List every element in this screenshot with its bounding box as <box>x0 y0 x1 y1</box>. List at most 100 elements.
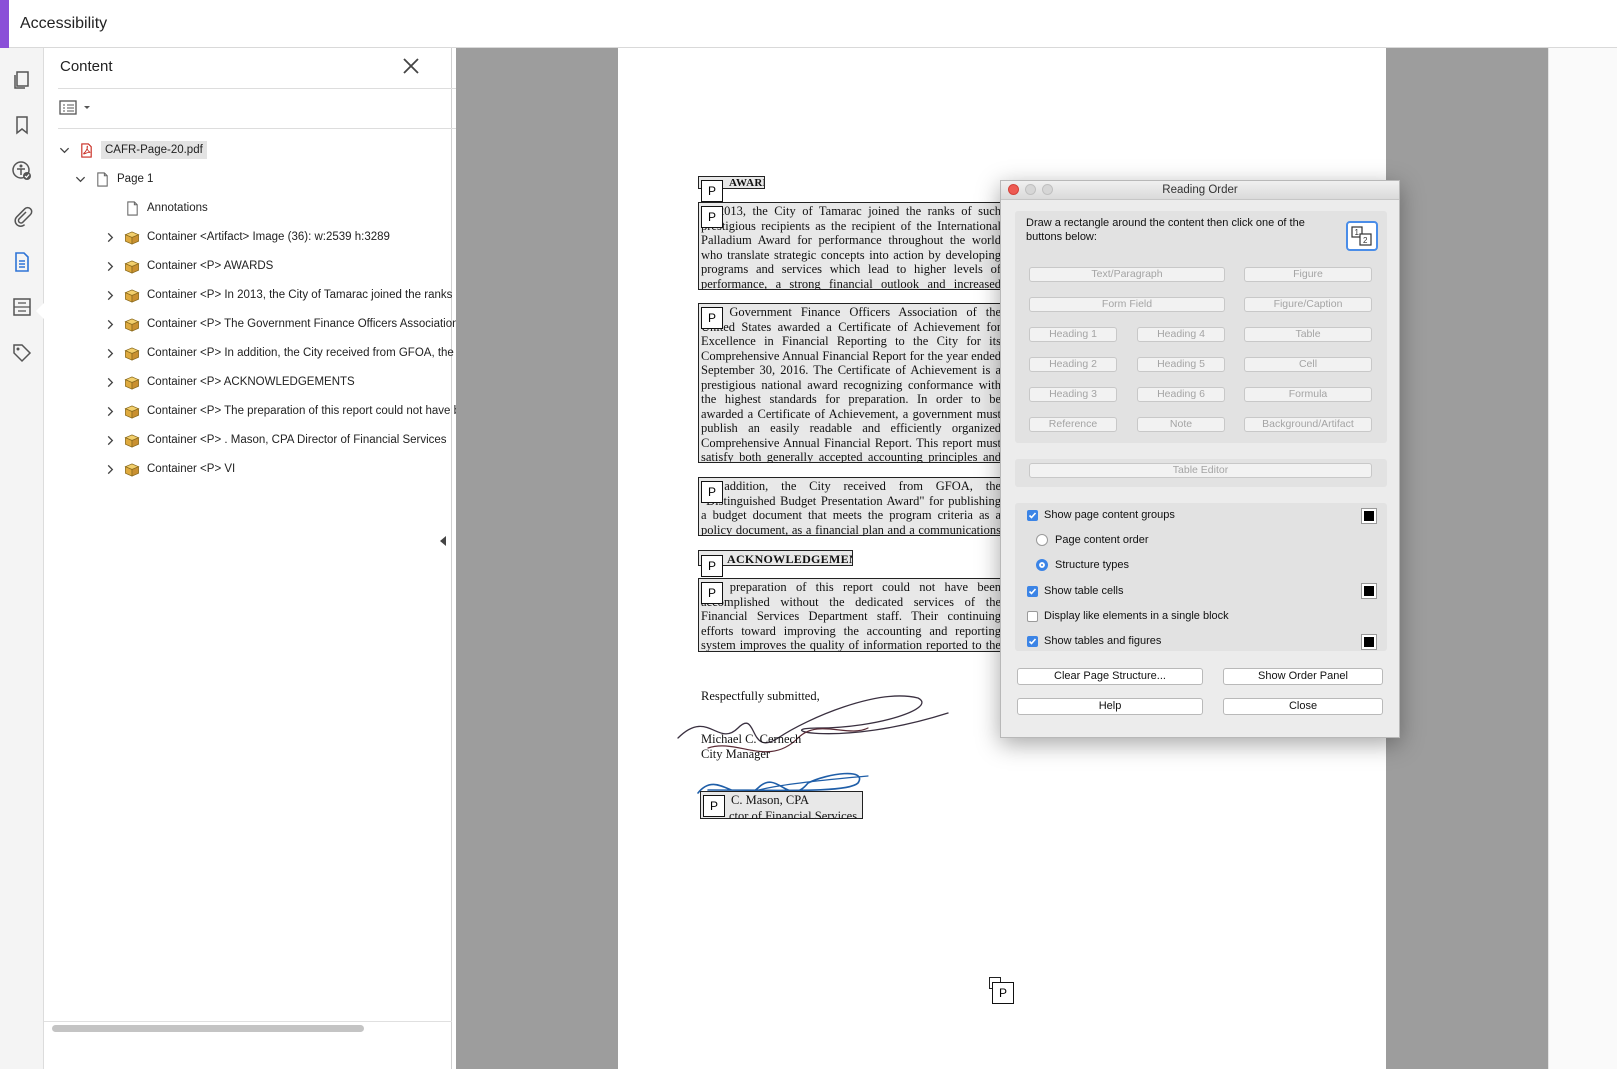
structure-types-option[interactable]: Structure types <box>1036 559 1129 571</box>
structure-icon-button[interactable]: 1 2 <box>1346 221 1378 251</box>
cells-color-swatch[interactable] <box>1361 583 1377 599</box>
content-block-para1[interactable]: In 2013, the City of Tamarac joined the … <box>698 202 1004 290</box>
cell-button[interactable]: Cell <box>1244 357 1372 372</box>
p-tag[interactable]: P <box>701 555 723 577</box>
checkbox[interactable] <box>1027 635 1038 647</box>
tags-icon[interactable] <box>10 341 34 365</box>
p-tag[interactable]: P <box>992 982 1014 1004</box>
content-icon[interactable] <box>10 250 34 274</box>
rail-selection-indicator <box>36 303 44 319</box>
heading-5-button[interactable]: Heading 5 <box>1137 357 1225 372</box>
svg-text:1: 1 <box>1355 228 1360 237</box>
attachment-icon[interactable] <box>10 204 34 228</box>
tree-item[interactable]: Page 1 <box>74 167 153 191</box>
option-label: Structure types <box>1055 559 1129 571</box>
tables-color-swatch[interactable] <box>1361 634 1377 650</box>
tree-item[interactable]: Container <P> VI <box>104 457 235 481</box>
heading-2-button[interactable]: Heading 2 <box>1029 357 1117 372</box>
checkbox[interactable] <box>1027 610 1038 622</box>
chevron-right-icon[interactable] <box>104 376 116 388</box>
chevron-right-icon[interactable] <box>104 289 116 301</box>
form-field-button[interactable]: Form Field <box>1029 297 1225 312</box>
show-page-content-groups-option[interactable]: Show page content groups <box>1027 509 1175 521</box>
note-button[interactable]: Note <box>1137 417 1225 432</box>
chevron-down-icon[interactable] <box>74 173 86 185</box>
heading-6-button[interactable]: Heading 6 <box>1137 387 1225 402</box>
accessibility-check-icon[interactable] <box>10 159 34 183</box>
container-icon <box>124 432 140 448</box>
text-paragraph-button[interactable]: Text/Paragraph <box>1029 267 1225 282</box>
heading-3-button[interactable]: Heading 3 <box>1029 387 1117 402</box>
table-button[interactable]: Table <box>1244 327 1372 342</box>
heading-4-button[interactable]: Heading 4 <box>1137 327 1225 342</box>
tree-item[interactable]: Container <P> ACKNOWLEDGEMENTS <box>104 370 355 394</box>
chevron-right-icon[interactable] <box>104 347 116 359</box>
radio-button[interactable] <box>1036 534 1048 546</box>
pages-icon[interactable] <box>10 68 34 92</box>
figure-button[interactable]: Figure <box>1244 267 1372 282</box>
formula-button[interactable]: Formula <box>1244 387 1372 402</box>
background-artifact-button[interactable]: Background/Artifact <box>1244 417 1372 432</box>
tree-item[interactable]: Container <P> The preparation of this re… <box>104 399 479 423</box>
show-order-panel-button[interactable]: Show Order Panel <box>1223 668 1383 685</box>
table-editor-button[interactable]: Table Editor <box>1029 463 1372 478</box>
tree-item-label: Container <P> VI <box>147 463 236 475</box>
heading-1-button[interactable]: Heading 1 <box>1029 327 1117 342</box>
manager-name: Michael C. Cernech <box>701 732 802 746</box>
groups-color-swatch[interactable] <box>1361 508 1377 524</box>
zoom-window-button[interactable] <box>1042 184 1053 195</box>
chevron-down-icon[interactable] <box>58 144 70 156</box>
figure-caption-button[interactable]: Figure/Caption <box>1244 297 1372 312</box>
checkbox[interactable] <box>1027 509 1038 521</box>
vertical-scrollbar[interactable] <box>1548 48 1617 1069</box>
help-button[interactable]: Help <box>1017 698 1203 715</box>
p-tag[interactable]: P <box>701 481 723 503</box>
tree-item[interactable]: Annotations <box>104 196 208 220</box>
chevron-right-icon[interactable] <box>104 260 116 272</box>
chevron-right-icon[interactable] <box>104 434 116 446</box>
chevron-right-icon[interactable] <box>104 231 116 243</box>
collapse-panel-handle[interactable] <box>440 536 446 546</box>
order-icon[interactable] <box>10 295 34 319</box>
top-bar: Accessibility <box>0 0 1617 48</box>
radio-button[interactable] <box>1036 559 1048 571</box>
content-block-para4[interactable]: The preparation of this report could not… <box>698 578 1004 652</box>
content-block-para2[interactable]: The Government Finance Officers Associat… <box>698 303 1004 463</box>
p-tag[interactable]: P <box>703 795 725 817</box>
tree-item-label: Container <P> The preparation of this re… <box>147 405 480 417</box>
p-tag[interactable]: P <box>701 307 723 329</box>
chevron-right-icon[interactable] <box>104 318 116 330</box>
single-block-option[interactable]: Display like elements in a single block <box>1027 610 1229 622</box>
tree-item[interactable]: Container <P> . Mason, CPA Director of F… <box>104 428 447 452</box>
p-tag[interactable]: P <box>701 206 723 228</box>
minimize-window-button[interactable] <box>1025 184 1036 195</box>
chevron-right-icon[interactable] <box>104 463 116 475</box>
options-menu-button[interactable] <box>59 99 95 117</box>
checkbox[interactable] <box>1027 585 1038 597</box>
tree-item[interactable]: CAFR-Page-20.pdf <box>58 138 207 162</box>
show-table-cells-option[interactable]: Show table cells <box>1027 585 1124 597</box>
close-window-button[interactable] <box>1008 184 1019 195</box>
para1-text: In 2013, the City of Tamarac joined the … <box>701 204 1001 290</box>
container-icon <box>124 316 140 332</box>
p-tag[interactable]: P <box>701 180 723 202</box>
tree-item[interactable]: Container <P> The Government Finance Off… <box>104 312 471 336</box>
show-tables-figures-option[interactable]: Show tables and figures <box>1027 635 1161 647</box>
content-block-para3[interactable]: In addition, the City received from GFOA… <box>698 477 1004 536</box>
close-icon[interactable] <box>401 56 421 76</box>
p-tag[interactable]: P <box>701 582 723 604</box>
page-icon <box>124 200 140 216</box>
tree-item-label: Container <Artifact> Image (36): w:2539 … <box>147 231 390 243</box>
close-button[interactable]: Close <box>1223 698 1383 715</box>
tree-item[interactable]: Container <Artifact> Image (36): w:2539 … <box>104 225 390 249</box>
chevron-right-icon[interactable] <box>104 405 116 417</box>
tree-item[interactable]: Container <P> In 2013, the City of Tamar… <box>104 283 480 307</box>
reference-button[interactable]: Reference <box>1029 417 1117 432</box>
tree-item-label: Container <P> ACKNOWLEDGEMENTS <box>147 376 355 388</box>
tree-item[interactable]: Container <P> AWARDS <box>104 254 273 278</box>
horizontal-scrollbar[interactable] <box>52 1025 364 1032</box>
page-content-order-option[interactable]: Page content order <box>1036 534 1149 546</box>
bookmark-icon[interactable] <box>10 113 34 137</box>
tree-item[interactable]: Container <P> In addition, the City rece… <box>104 341 478 365</box>
clear-page-structure-button[interactable]: Clear Page Structure... <box>1017 668 1203 685</box>
